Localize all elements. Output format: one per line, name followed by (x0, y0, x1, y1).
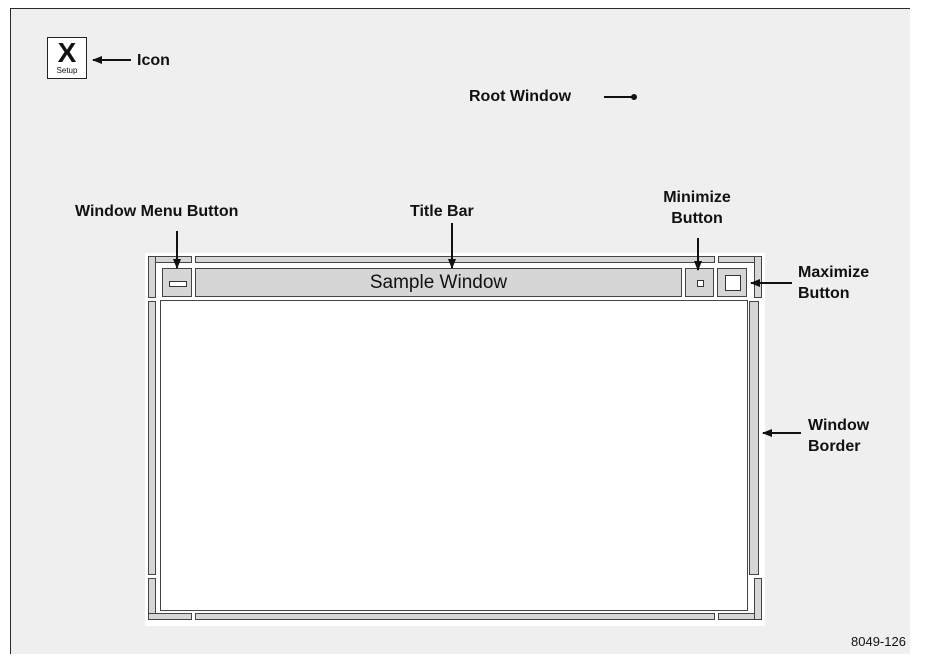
root-window-dot (631, 94, 637, 100)
callout-arrows (92, 56, 801, 437)
